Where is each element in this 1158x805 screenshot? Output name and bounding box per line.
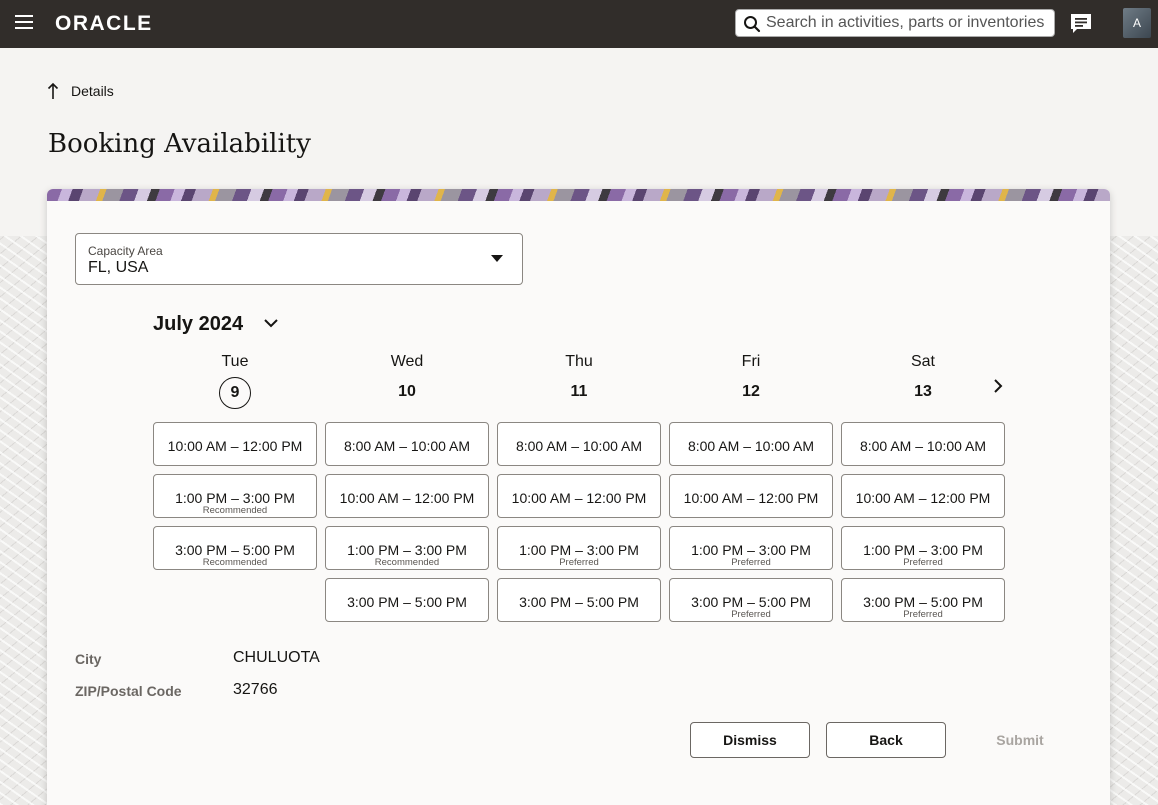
oracle-logo[interactable]: ORACLE [55,12,153,36]
slot-note: Preferred [731,557,771,568]
search-box[interactable] [735,9,1055,37]
slot-time: 1:00 PM – 3:00 PM [347,542,467,558]
arrow-up-icon [47,82,59,99]
time-slot[interactable]: 8:00 AM – 10:00 AM [325,422,489,466]
slot-time: 1:00 PM – 3:00 PM [691,542,811,558]
slot-time: 8:00 AM – 10:00 AM [343,438,471,454]
day-number-today[interactable]: 9 [219,377,251,409]
time-slot[interactable]: 1:00 PM – 3:00 PM Recommended [325,526,489,570]
slot-note: Preferred [903,609,943,620]
slot-time: 3:00 PM – 5:00 PM [519,594,639,610]
booking-card: Capacity Area FL, USA July 2024 Tue 9 We… [47,189,1110,805]
slot-time: 10:00 AM – 12:00 PM [339,490,475,506]
menu-icon[interactable] [15,15,33,31]
day-header: Fri 12 [669,353,833,401]
back-button[interactable]: Back [826,722,946,758]
capacity-area-select[interactable]: Capacity Area FL, USA [75,233,523,285]
time-slot[interactable]: 3:00 PM – 5:00 PM Preferred [669,578,833,622]
avatar[interactable]: A [1123,8,1151,38]
slot-time: 10:00 AM – 12:00 PM [855,490,991,506]
slot-time: 1:00 PM – 3:00 PM [175,490,295,506]
slot-note: Preferred [559,557,599,568]
dismiss-button[interactable]: Dismiss [690,722,810,758]
slot-time: 3:00 PM – 5:00 PM [347,594,467,610]
time-slot[interactable]: 10:00 AM – 12:00 PM [497,474,661,518]
slot-time: 3:00 PM – 5:00 PM [863,594,983,610]
capacity-area-value: FL, USA [88,259,149,276]
capacity-area-label: Capacity Area [88,244,163,258]
caret-down-icon [491,255,503,262]
slot-time: 10:00 AM – 12:00 PM [511,490,647,506]
day-header: Sat 13 [841,353,1005,401]
day-name: Thu [565,353,593,370]
time-slot[interactable]: 3:00 PM – 5:00 PM [325,578,489,622]
back-link-label: Details [71,83,114,99]
time-slot[interactable]: 3:00 PM – 5:00 PM [497,578,661,622]
slot-note: Recommended [374,557,440,568]
chevron-down-icon[interactable] [262,315,280,331]
day-header: Wed 10 [325,353,489,401]
slot-time: 10:00 AM – 12:00 PM [167,438,303,454]
zip-value: 32766 [233,681,278,698]
day-name: Wed [390,353,424,370]
time-slot[interactable]: 1:00 PM – 3:00 PM Preferred [841,526,1005,570]
day-number[interactable]: 13 [914,383,932,401]
time-slot[interactable]: 1:00 PM – 3:00 PM Preferred [497,526,661,570]
time-slot[interactable]: 1:00 PM – 3:00 PM Recommended [153,474,317,518]
day-header: Thu 11 [497,353,661,401]
slot-note: Recommended [202,557,268,568]
search-input[interactable] [766,12,1051,34]
slot-time: 1:00 PM – 3:00 PM [863,542,983,558]
slot-note: Recommended [202,505,268,516]
slot-note: Preferred [903,557,943,568]
page-title: Booking Availability [48,129,311,159]
day-name: Sat [910,353,935,370]
city-value: CHULUOTA [233,649,320,666]
messages-icon[interactable] [1069,12,1093,36]
day-header: Tue 9 [153,353,317,409]
slot-note: Preferred [731,609,771,620]
time-slot[interactable]: 10:00 AM – 12:00 PM [153,422,317,466]
day-name: Tue [221,353,249,370]
slot-time: 10:00 AM – 12:00 PM [683,490,819,506]
month-label: July 2024 [153,313,244,335]
time-slot[interactable]: 8:00 AM – 10:00 AM [841,422,1005,466]
slot-time: 3:00 PM – 5:00 PM [175,542,295,558]
time-slot[interactable]: 10:00 AM – 12:00 PM [841,474,1005,518]
time-slot[interactable]: 8:00 AM – 10:00 AM [497,422,661,466]
slot-time: 8:00 AM – 10:00 AM [515,438,643,454]
time-slot[interactable]: 1:00 PM – 3:00 PM Preferred [669,526,833,570]
day-number[interactable]: 10 [398,383,416,401]
zip-label: ZIP/Postal Code [75,683,182,699]
slot-time: 8:00 AM – 10:00 AM [859,438,987,454]
search-icon [744,16,761,33]
submit-button[interactable]: Submit [990,732,1050,752]
card-banner [47,189,1110,201]
city-label: City [75,651,102,667]
time-slot[interactable]: 10:00 AM – 12:00 PM [325,474,489,518]
time-slot[interactable]: 8:00 AM – 10:00 AM [669,422,833,466]
chevron-right-icon[interactable] [990,377,1006,395]
time-slot[interactable]: 3:00 PM – 5:00 PM Recommended [153,526,317,570]
slot-time: 3:00 PM – 5:00 PM [691,594,811,610]
time-slot[interactable]: 3:00 PM – 5:00 PM Preferred [841,578,1005,622]
slot-time: 8:00 AM – 10:00 AM [687,438,815,454]
day-name: Fri [741,353,761,370]
day-number[interactable]: 11 [571,383,588,401]
day-number[interactable]: 12 [742,383,760,401]
time-slot[interactable]: 10:00 AM – 12:00 PM [669,474,833,518]
top-bar: ORACLE A [0,0,1158,48]
slot-time: 1:00 PM – 3:00 PM [519,542,639,558]
back-to-details-link[interactable]: Details [46,80,114,102]
